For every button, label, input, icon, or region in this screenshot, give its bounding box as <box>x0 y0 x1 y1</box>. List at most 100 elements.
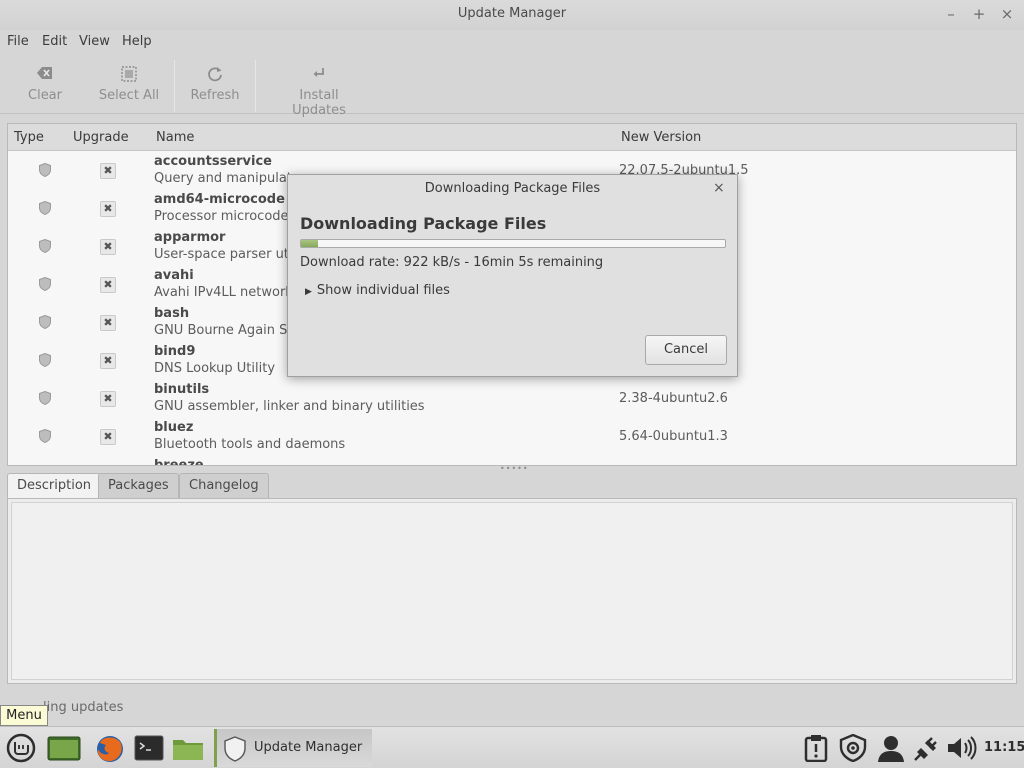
menu-file[interactable]: File <box>7 34 29 49</box>
package-description: GNU Bourne Again SH <box>154 323 298 338</box>
shield-icon <box>39 353 51 367</box>
shield-icon <box>39 163 51 177</box>
package-name: bind9 <box>154 344 196 359</box>
column-new-version[interactable]: New Version <box>621 130 701 145</box>
package-name: bash <box>154 306 190 321</box>
menu-edit[interactable]: Edit <box>42 34 67 49</box>
clear-button[interactable]: Clear <box>26 62 64 110</box>
refresh-button[interactable]: Refresh <box>190 62 240 110</box>
show-individual-files-expander[interactable]: ▶ Show individual files <box>305 283 450 298</box>
expander-arrow-icon: ▶ <box>305 287 312 297</box>
package-new-version: 2.38-4ubuntu2.6 <box>619 391 728 406</box>
table-row[interactable]: ✖ bluez Bluetooth tools and daemons 5.64-0u… <box>8 417 1016 455</box>
install-icon <box>313 68 324 77</box>
package-description: GNU assembler, linker and binary utiliti… <box>154 399 425 414</box>
window-titlebar[interactable]: Update Manager – + × <box>0 0 1024 30</box>
refresh-label: Refresh <box>190 88 240 103</box>
shield-icon <box>39 277 51 291</box>
package-name: amd64-microcode <box>154 192 285 207</box>
package-name: accountsservice <box>154 154 272 169</box>
network-wired-icon[interactable] <box>912 734 942 762</box>
select-all-button[interactable]: Select All <box>98 62 160 110</box>
upgrade-checkbox[interactable]: ✖ <box>100 277 116 293</box>
package-description: Bluetooth tools and daemons <box>154 437 346 452</box>
minimize-button[interactable]: – <box>941 4 961 24</box>
package-description: Avahi IPv4LL network <box>154 285 293 300</box>
taskbar-window-label: Update Manager <box>254 740 363 755</box>
install-updates-button[interactable]: Install Updates <box>271 62 367 118</box>
maximize-button[interactable]: + <box>969 4 989 24</box>
table-row[interactable]: ✖ binutils GNU assembler, linker and binar… <box>8 379 1016 417</box>
pane-resize-handle[interactable]: ••••• <box>500 465 528 473</box>
download-rate-text: Download rate: 922 kB/s - 16min 5s remai… <box>300 255 604 270</box>
package-name: avahi <box>154 268 194 283</box>
download-dialog: Downloading Package Files × Downloading … <box>287 174 738 377</box>
column-upgrade[interactable]: Upgrade <box>73 130 129 145</box>
shield-icon <box>39 391 51 405</box>
upgrade-checkbox[interactable]: ✖ <box>100 391 116 407</box>
upgrade-checkbox[interactable]: ✖ <box>100 429 116 445</box>
package-description: User-space parser utili <box>154 247 300 262</box>
clear-icon <box>37 67 52 79</box>
volume-icon[interactable] <box>946 734 978 762</box>
column-name[interactable]: Name <box>156 130 194 145</box>
cancel-button[interactable]: Cancel <box>645 335 727 365</box>
status-text: ling updates <box>43 700 124 715</box>
dialog-close-button[interactable]: × <box>713 180 725 196</box>
clipboard-alert-icon[interactable] <box>802 734 830 763</box>
shield-icon <box>39 201 51 215</box>
package-list-header: Type Upgrade Name New Version <box>8 124 1016 151</box>
mint-menu-icon[interactable] <box>4 731 38 765</box>
shield-icon <box>39 315 51 329</box>
clear-label: Clear <box>28 88 62 103</box>
toolbar: Clear Select All Refresh Install Updates <box>0 56 1024 118</box>
close-button[interactable]: × <box>997 4 1017 24</box>
shield-icon <box>224 736 246 762</box>
column-type[interactable]: Type <box>14 130 44 145</box>
window-title: Update Manager <box>457 6 567 21</box>
description-panel <box>7 498 1017 684</box>
upgrade-checkbox[interactable]: ✖ <box>100 163 116 179</box>
show-desktop-icon[interactable] <box>47 734 81 762</box>
tab-packages[interactable]: Packages <box>98 473 179 499</box>
package-name: bluez <box>154 420 194 435</box>
tab-description[interactable]: Description <box>7 473 102 500</box>
taskbar-window-update-manager[interactable]: Update Manager <box>214 729 372 767</box>
toolbar-separator <box>255 60 256 112</box>
toolbar-separator <box>174 60 175 112</box>
dialog-title: Downloading Package Files <box>424 181 601 196</box>
terminal-icon[interactable] <box>134 734 164 762</box>
clock[interactable]: 11:15 <box>984 740 1024 755</box>
files-icon[interactable] <box>171 734 203 762</box>
tab-changelog[interactable]: Changelog <box>179 473 269 499</box>
menu-view[interactable]: View <box>79 34 110 49</box>
update-shield-icon[interactable] <box>838 733 868 763</box>
menubar: File Edit View Help <box>0 30 1024 54</box>
user-icon[interactable] <box>876 734 906 762</box>
select-all-icon <box>121 66 137 82</box>
select-all-label: Select All <box>98 88 160 103</box>
download-progress-fill <box>301 240 318 247</box>
expander-label: Show individual files <box>316 283 450 298</box>
upgrade-checkbox[interactable]: ✖ <box>100 201 116 217</box>
download-progress-bar <box>300 239 726 248</box>
shield-icon <box>39 429 51 443</box>
upgrade-checkbox[interactable]: ✖ <box>100 315 116 331</box>
package-description: DNS Lookup Utility <box>154 361 276 376</box>
package-new-version: 5.64-0ubuntu1.3 <box>619 429 728 444</box>
menu-tooltip: Menu <box>0 705 48 726</box>
taskbar: Update Manager 11:15 <box>0 726 1024 768</box>
upgrade-checkbox[interactable]: ✖ <box>100 353 116 369</box>
package-name: binutils <box>154 382 210 397</box>
menu-help[interactable]: Help <box>122 34 152 49</box>
shield-icon <box>39 239 51 253</box>
package-description: Processor microcode F <box>154 209 301 224</box>
upgrade-checkbox[interactable]: ✖ <box>100 239 116 255</box>
dialog-titlebar[interactable]: Downloading Package Files × <box>288 175 737 203</box>
description-text-area[interactable] <box>11 502 1013 680</box>
install-updates-label: Install Updates <box>292 88 346 118</box>
refresh-icon <box>208 67 222 82</box>
dialog-heading: Downloading Package Files <box>300 214 547 233</box>
firefox-icon[interactable] <box>94 734 124 762</box>
package-name: breeze <box>154 458 204 466</box>
